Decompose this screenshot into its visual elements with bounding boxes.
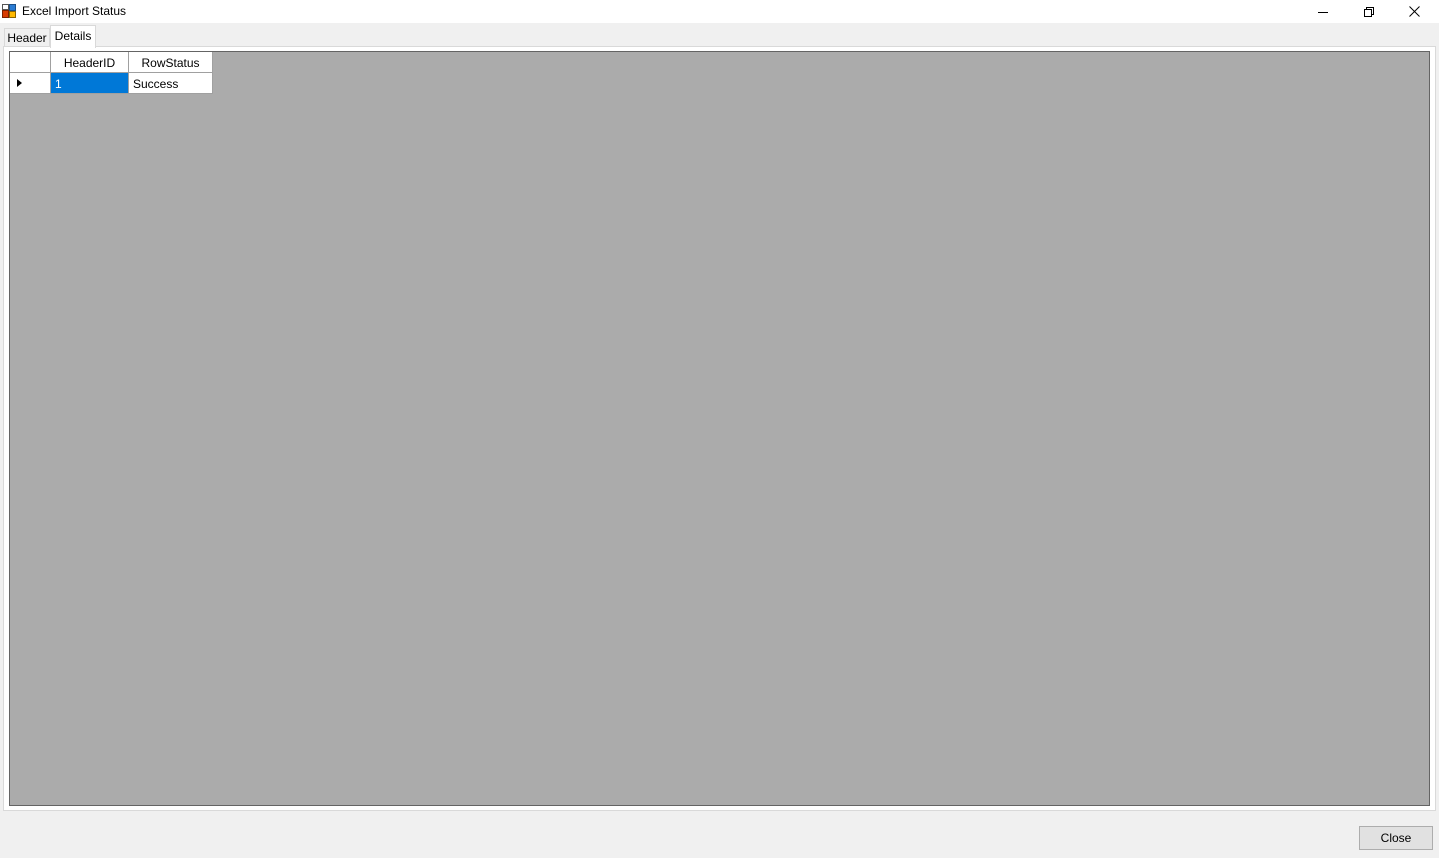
cell-headerid[interactable]: 1	[51, 73, 129, 94]
close-button[interactable]: Close	[1359, 826, 1433, 850]
restore-button[interactable]	[1346, 0, 1392, 23]
minimize-button[interactable]	[1300, 0, 1346, 23]
title-bar[interactable]: Excel Import Status	[0, 0, 1439, 23]
close-icon	[1408, 6, 1420, 17]
minimize-icon	[1318, 7, 1328, 17]
column-header-rowstatus[interactable]: RowStatus	[129, 52, 213, 73]
app-icon	[2, 4, 16, 18]
restore-icon	[1364, 6, 1374, 17]
close-window-button[interactable]	[1391, 0, 1437, 23]
row-header[interactable]	[10, 73, 51, 94]
column-header-headerid[interactable]: HeaderID	[51, 52, 129, 73]
tab-header[interactable]: Header	[4, 28, 50, 47]
grid-corner-header[interactable]	[10, 52, 51, 73]
window-title: Excel Import Status	[22, 4, 127, 18]
data-grid[interactable]	[9, 51, 1430, 806]
tab-details[interactable]: Details	[50, 25, 96, 48]
cell-rowstatus[interactable]: Success	[129, 73, 213, 94]
current-row-arrow-icon	[17, 79, 22, 87]
tab-strip: Header Details	[0, 23, 1439, 48]
